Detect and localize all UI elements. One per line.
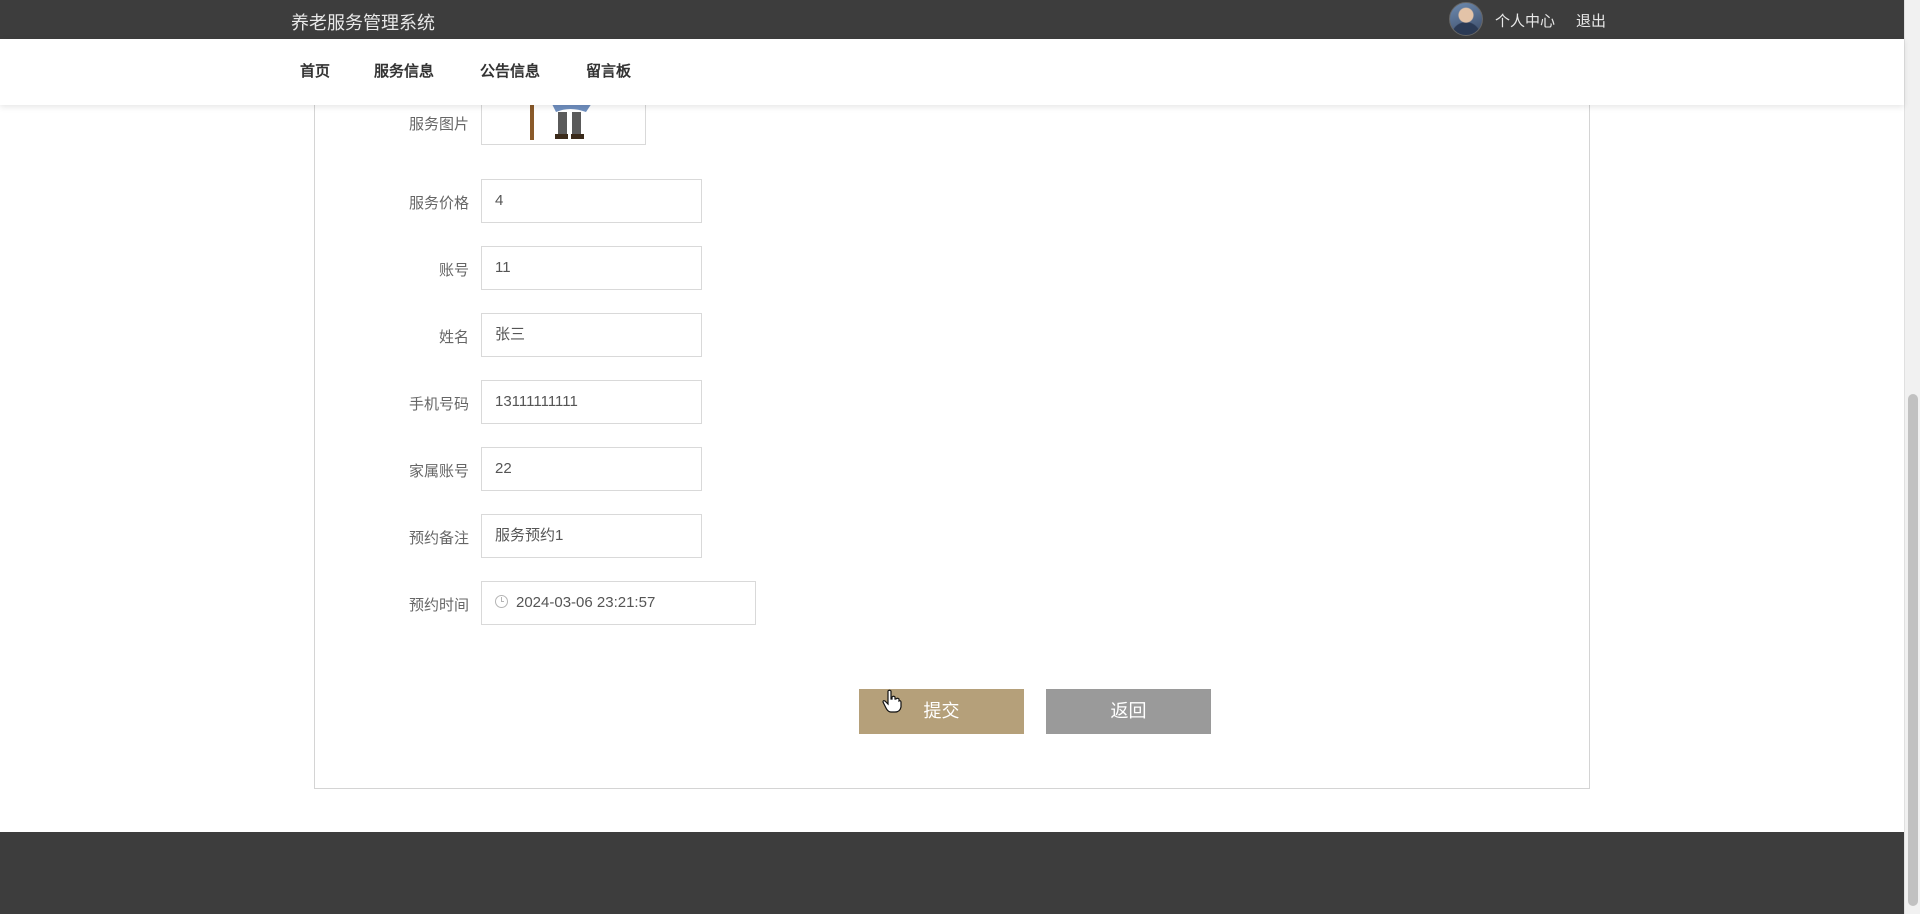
booking-time-field[interactable]: 2024-03-06 23:21:57	[481, 581, 756, 625]
nav-item-service-info[interactable]: 服务信息	[374, 60, 434, 81]
name-field[interactable]: 张三	[481, 313, 702, 357]
service-image-label: 服务图片	[408, 116, 469, 133]
booking-note-field[interactable]: 服务预约1	[481, 514, 702, 558]
booking-time-value: 2024-03-06 23:21:57	[516, 594, 656, 611]
scrollbar-thumb[interactable]	[1908, 394, 1918, 906]
clock-icon	[495, 594, 508, 608]
nav-item-message-board[interactable]: 留言板	[586, 60, 631, 81]
account-field[interactable]: 11	[481, 246, 702, 290]
service-price-label: 服务价格	[408, 195, 469, 212]
account-label: 账号	[438, 262, 469, 279]
user-avatar[interactable]	[1449, 2, 1483, 36]
back-button[interactable]: 返回	[1046, 689, 1211, 734]
family-account-label: 家属账号	[408, 463, 469, 480]
name-label: 姓名	[438, 329, 469, 346]
app-title: 养老服务管理系统	[291, 13, 435, 33]
nav-item-home[interactable]: 首页	[300, 60, 330, 81]
phone-field[interactable]: 13111111111	[481, 380, 702, 424]
nav-item-notice-info[interactable]: 公告信息	[480, 60, 540, 81]
family-account-field[interactable]: 22	[481, 447, 702, 491]
footer	[0, 832, 1904, 914]
booking-note-label: 预约备注	[408, 530, 469, 547]
phone-label: 手机号码	[408, 396, 469, 413]
hand-cursor-icon	[882, 689, 902, 713]
logout-link[interactable]: 退出	[1576, 10, 1606, 31]
personal-center-link[interactable]: 个人中心	[1495, 10, 1555, 31]
page-scrollbar[interactable]	[1904, 0, 1920, 914]
top-bar: 养老服务管理系统 个人中心 退出	[0, 0, 1904, 39]
main-nav: 首页 服务信息 公告信息 留言板	[0, 39, 1904, 105]
booking-form-card: 服务图片 服务价格 4 账号 11 姓名 张三 手机号码 13111111111…	[314, 80, 1590, 789]
service-price-field[interactable]: 4	[481, 179, 702, 223]
booking-time-label: 预约时间	[408, 597, 469, 614]
